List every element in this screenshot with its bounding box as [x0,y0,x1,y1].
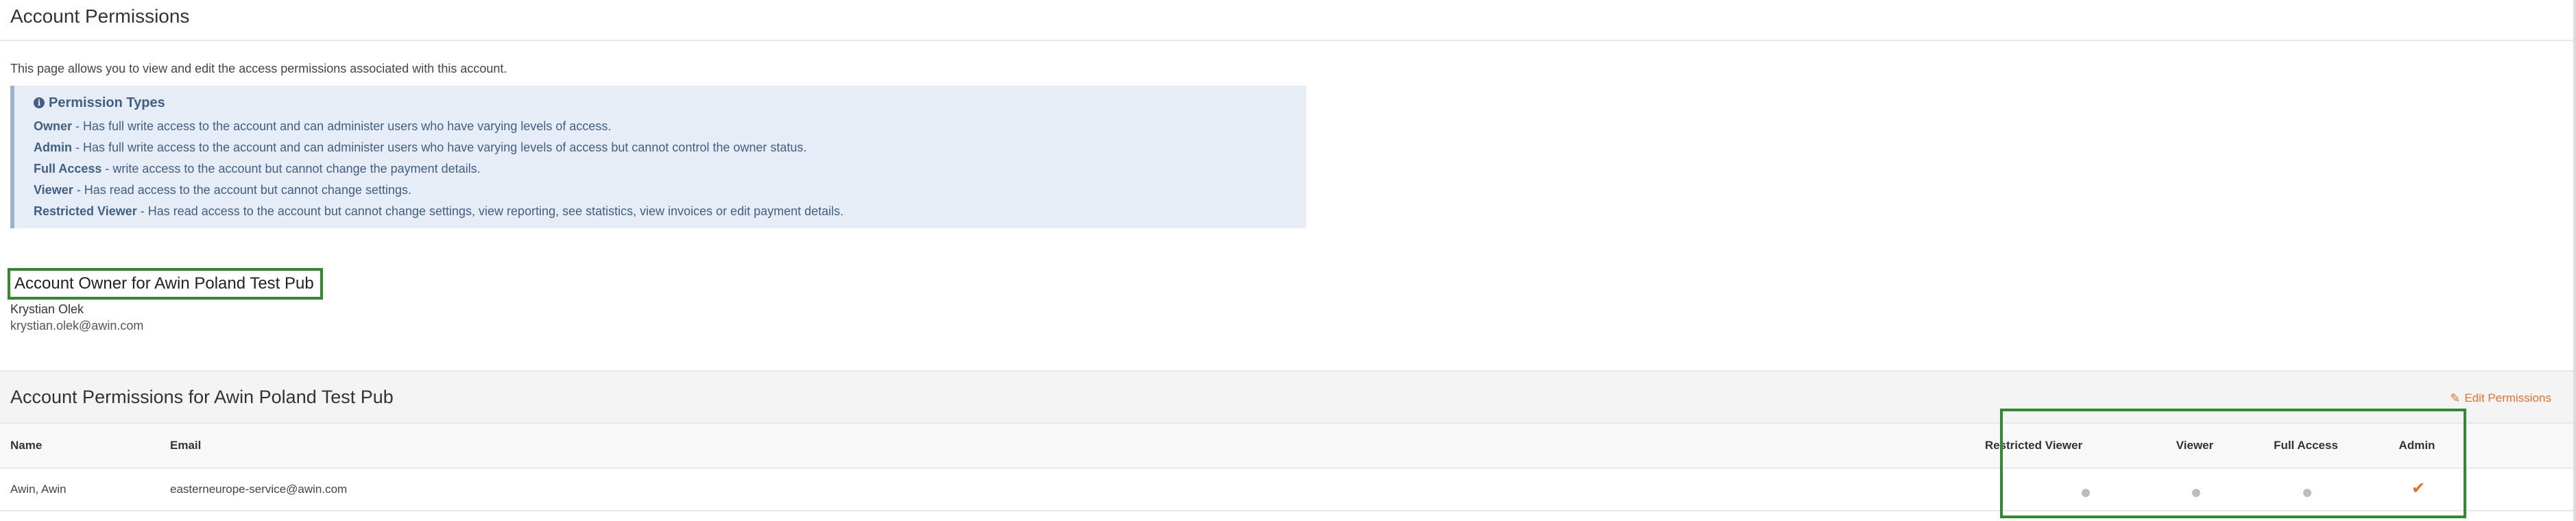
permission-term: Viewer [34,183,73,197]
page-intro: This page allows you to view and edit th… [10,62,507,75]
user-name: Awin, Awin [10,483,67,496]
info-title-text: Permission Types [49,95,165,110]
permission-desc: - Has read access to the account but can… [73,183,412,197]
page-header: Account Permissions [0,0,2576,41]
info-title: i Permission Types [34,93,1306,113]
admin-check-icon: ✔ [2411,479,2426,498]
owner-name: Krystian Olek [10,302,84,316]
info-circle-icon: i [34,97,45,108]
permission-desc: - Has full write access to the account a… [72,119,612,133]
permission-term: Admin [34,141,72,154]
permissions-heading: Account Permissions for Awin Poland Test… [10,387,394,407]
full-access-status-dot [2303,489,2311,497]
table-row: Awin, Awin easterneurope-service@awin.co… [0,469,2576,511]
account-owner-highlight: Account Owner for Awin Poland Test Pub [8,268,323,300]
column-header-restricted-viewer: Restricted Viewer [1984,439,2083,452]
permissions-header: Account Permissions for Awin Poland Test… [0,370,2576,424]
owner-email: krystian.olek@awin.com [10,319,144,332]
permissions-table-header: Name Email Restricted Viewer Viewer Full… [0,424,2576,469]
edit-permissions-link[interactable]: ✎ Edit Permissions [2450,391,2551,406]
permission-types-info: i Permission Types Owner - Has full writ… [10,86,1306,228]
permission-term: Restricted Viewer [34,204,137,218]
column-header-admin: Admin [2398,439,2435,452]
column-header-viewer: Viewer [2176,439,2214,452]
permission-desc: - Has read access to the account but can… [136,204,844,218]
page-scrollbar[interactable] [2573,0,2576,521]
account-owner-title: Account Owner for Awin Poland Test Pub [14,274,314,293]
edit-permissions-label: Edit Permissions [2464,391,2551,404]
viewer-status-dot [2192,489,2200,497]
permission-desc: - Has full write access to the account a… [72,141,807,154]
account-permissions-section: Account Permissions for Awin Poland Test… [0,370,2576,521]
column-header-name: Name [10,439,43,452]
permission-type-full-access: Full Access - write access to the accoun… [34,158,1306,180]
column-header-full-access: Full Access [2274,439,2338,452]
permission-term: Full Access [34,162,102,175]
user-email: easterneurope-service@awin.com [170,483,348,496]
permission-term: Owner [34,119,73,133]
permission-type-viewer: Viewer - Has read access to the account … [34,180,1306,201]
permission-type-owner: Owner - Has full write access to the acc… [34,116,1306,137]
permission-desc: - write access to the account but cannot… [101,162,481,175]
restricted-viewer-status-dot [2082,489,2090,497]
permission-type-admin: Admin - Has full write access to the acc… [34,137,1306,158]
page-title: Account Permissions [10,5,190,27]
column-header-email: Email [170,439,202,452]
pencil-icon: ✎ [2450,391,2461,405]
permission-type-restricted-viewer: Restricted Viewer - Has read access to t… [34,201,1306,222]
